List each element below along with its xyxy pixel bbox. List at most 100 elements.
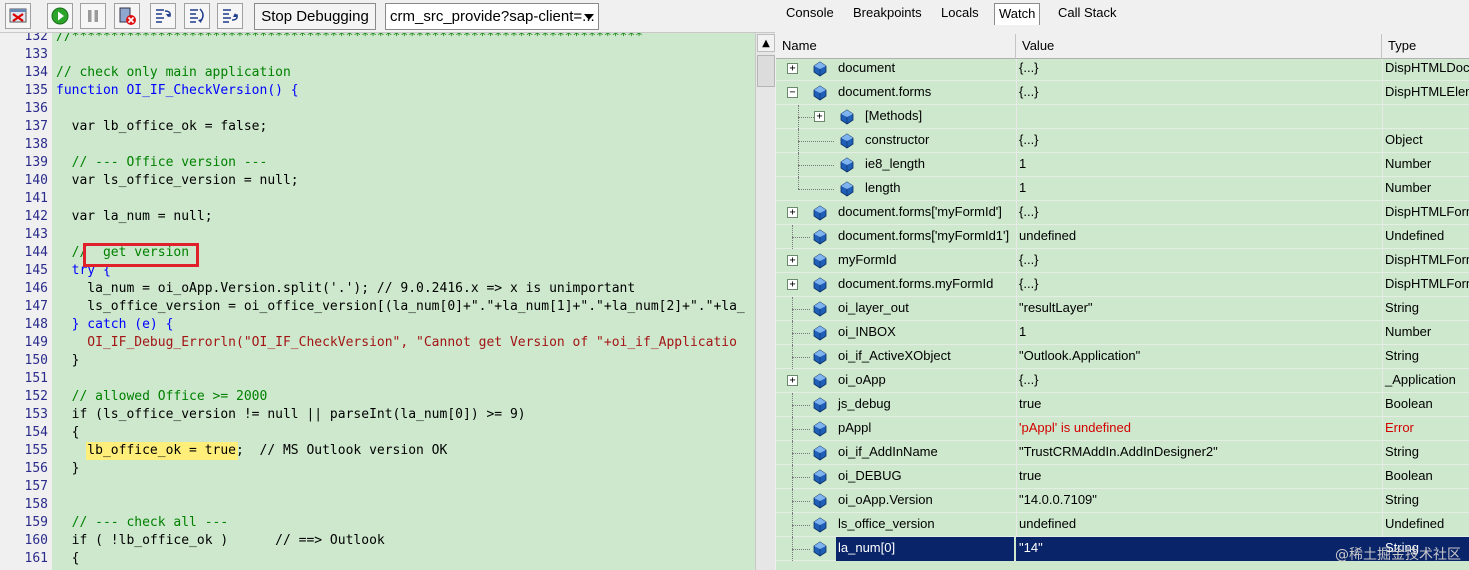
watch-row[interactable]: + document.forms['myFormId'] {...} DispHTML… (776, 201, 1469, 225)
watch-value[interactable]: undefined (1016, 513, 1382, 537)
tree-line (792, 357, 810, 358)
line-number: 150 (24, 353, 48, 368)
expand-icon[interactable]: + (814, 111, 825, 122)
tab-breakpoints[interactable]: Breakpoints (849, 3, 926, 25)
watch-variable-icon (813, 541, 827, 557)
step-out-icon[interactable] (217, 3, 243, 29)
watch-value[interactable]: {...} (1016, 201, 1382, 225)
watch-row[interactable]: constructor {...} Object (776, 129, 1469, 153)
watch-type: _Application (1385, 372, 1456, 387)
watch-row[interactable]: − document.forms {...} DispHTMLElem (776, 81, 1469, 105)
tab-locals[interactable]: Locals (937, 3, 983, 25)
pause-icon[interactable] (80, 3, 106, 29)
code-line: ls_office_version = oi_office_version[(l… (56, 299, 745, 314)
watch-value[interactable]: "resultLayer" (1016, 297, 1382, 321)
watch-row[interactable]: + document {...} DispHTMLDocu (776, 59, 1469, 81)
break-on-error-icon[interactable] (5, 3, 31, 29)
watch-value[interactable]: {...} (1016, 369, 1382, 393)
column-header-value[interactable]: Value (1016, 34, 1382, 59)
watch-row[interactable]: oi_oApp.Version "14.0.0.7109" String (776, 489, 1469, 513)
column-header-type[interactable]: Type (1382, 34, 1469, 59)
watch-row[interactable]: ie8_length 1 Number (776, 153, 1469, 177)
line-number: 138 (24, 137, 48, 152)
watch-row[interactable]: oi_if_AddInName "TrustCRMAddIn.AddInDesig… (776, 441, 1469, 465)
watch-variable-icon (840, 133, 854, 149)
watch-name: la_num[0] (836, 537, 1014, 561)
watch-name: oi_layer_out (838, 300, 909, 315)
stop-debug-icon[interactable] (114, 3, 140, 29)
watch-row[interactable]: document.forms['myFormId1'] undefined Unde… (776, 225, 1469, 249)
watch-row[interactable]: oi_if_ActiveXObject "Outlook.Application"… (776, 345, 1469, 369)
stop-debugging-button[interactable]: Stop Debugging (254, 3, 376, 30)
expand-icon[interactable]: + (787, 279, 798, 290)
line-number: 136 (24, 101, 48, 116)
scrollbar-thumb[interactable] (757, 55, 775, 87)
watch-value[interactable]: undefined (1016, 225, 1382, 249)
watch-name: ls_office_version (838, 516, 935, 531)
watch-variable-icon (813, 349, 827, 365)
watch-row[interactable]: ls_office_version undefined Undefined (776, 513, 1469, 537)
watch-value[interactable]: "Outlook.Application" (1016, 345, 1382, 369)
watch-row[interactable]: oi_DEBUG true Boolean (776, 465, 1469, 489)
watermark: @稀土掘金技术社区 (1335, 547, 1461, 563)
watch-value[interactable]: {...} (1016, 273, 1382, 297)
tab-console[interactable]: Console (782, 3, 838, 25)
tab-call-stack[interactable]: Call Stack (1054, 3, 1121, 25)
watch-value[interactable]: {...} (1016, 81, 1382, 105)
collapse-icon[interactable]: − (787, 87, 798, 98)
watch-value[interactable] (1016, 105, 1382, 129)
watch-value[interactable]: true (1016, 465, 1382, 489)
code-line: { (56, 425, 80, 440)
watch-value[interactable]: {...} (1016, 59, 1382, 81)
watch-value[interactable]: 1 (1016, 153, 1382, 177)
watch-name: js_debug (838, 396, 891, 411)
watch-name: oi_oApp (838, 372, 886, 387)
code-line: { (56, 551, 80, 566)
watch-row[interactable]: pAppl 'pAppl' is undefined Error (776, 417, 1469, 441)
watch-row[interactable]: + oi_oApp {...} _Application (776, 369, 1469, 393)
expand-icon[interactable]: + (787, 375, 798, 386)
tab-watch[interactable]: Watch (994, 3, 1041, 25)
watch-value[interactable]: {...} (1016, 249, 1382, 273)
code-line: var ls_office_version = null; (56, 173, 299, 188)
watch-variable-icon (813, 301, 827, 317)
watch-row[interactable]: length 1 Number (776, 177, 1469, 201)
watch-value[interactable]: {...} (1016, 129, 1382, 153)
column-header-name[interactable]: Name (776, 34, 1016, 59)
tree-line (792, 453, 810, 454)
continue-icon[interactable] (47, 3, 73, 29)
watch-value[interactable]: "TrustCRMAddIn.AddInDesigner2" (1016, 441, 1382, 465)
step-over-icon[interactable] (184, 3, 210, 29)
tree-line (792, 405, 810, 406)
tree-line (792, 549, 810, 550)
watch-value[interactable]: "14.0.0.7109" (1016, 489, 1382, 513)
line-number: 149 (24, 335, 48, 350)
expand-icon[interactable]: + (787, 255, 798, 266)
watch-value[interactable]: 'pAppl' is undefined (1016, 417, 1382, 441)
watch-row[interactable]: js_debug true Boolean (776, 393, 1469, 417)
step-into-icon[interactable] (150, 3, 176, 29)
line-number: 133 (24, 47, 48, 62)
source-file-select-value: crm_src_provide?sap-client=... (390, 8, 595, 25)
watch-row[interactable]: oi_layer_out "resultLayer" String (776, 297, 1469, 321)
watch-value[interactable]: true (1016, 393, 1382, 417)
editor-vertical-scrollbar[interactable]: ▲ (755, 33, 775, 570)
watch-value[interactable]: "14" (1016, 537, 1382, 561)
expand-icon[interactable]: + (787, 63, 798, 74)
watch-row[interactable]: + [Methods] (776, 105, 1469, 129)
expand-icon[interactable]: + (787, 207, 798, 218)
tree-line (798, 117, 814, 118)
watch-name: oi_oApp.Version (838, 492, 933, 507)
watch-row[interactable]: + myFormId {...} DispHTMLForm (776, 249, 1469, 273)
scroll-up-icon[interactable]: ▲ (757, 34, 775, 52)
watch-type: DispHTMLDocu (1385, 60, 1469, 75)
watch-value[interactable]: 1 (1016, 177, 1382, 201)
watch-value[interactable]: 1 (1016, 321, 1382, 345)
watch-type: Error (1385, 420, 1414, 435)
watch-type: Number (1385, 324, 1432, 339)
tree-line (792, 537, 793, 561)
source-file-select[interactable]: crm_src_provide?sap-client=... (385, 3, 599, 30)
code-editor[interactable]: 132 133 134 135 136 137 138 139 140 141 … (0, 33, 755, 570)
watch-row[interactable]: + document.forms.myFormId {...} DispHTMLFor… (776, 273, 1469, 297)
watch-row[interactable]: oi_INBOX 1 Number (776, 321, 1469, 345)
